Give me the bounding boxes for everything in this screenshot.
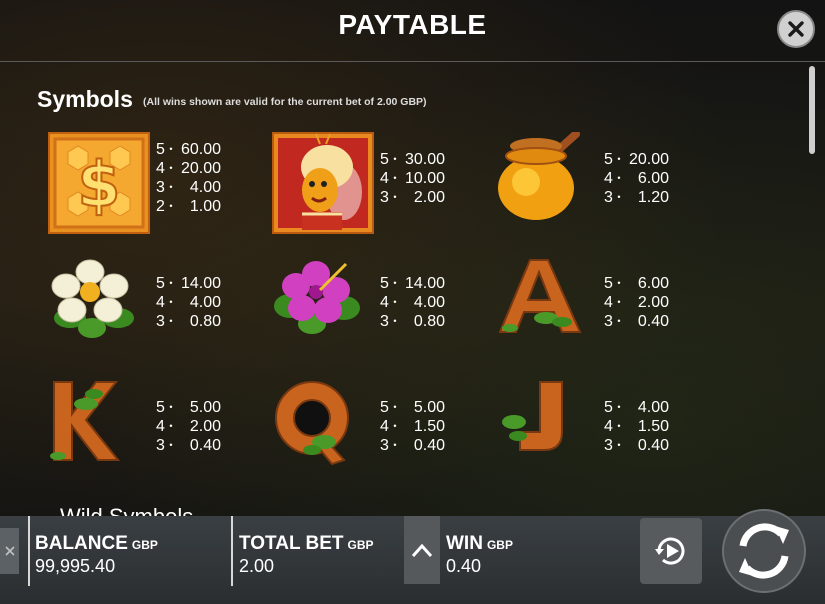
pay-row: 3 • 2.00	[380, 189, 445, 206]
wooden-j-icon	[502, 381, 563, 451]
symbol-pink-flower: 5 • 14.00 4 • 4.00 3 • 0.80	[272, 256, 492, 366]
close-icon	[788, 21, 804, 37]
wooden-a-icon	[498, 259, 582, 333]
scrollbar[interactable]	[809, 66, 815, 154]
pay-row: 4 • 6.00	[604, 170, 669, 187]
symbol-honey-pot: 5 • 20.00 4 • 6.00 3 • 1.20	[496, 132, 716, 242]
spin-icon	[739, 523, 789, 579]
white-flower-icon	[51, 259, 134, 338]
bet-up-button[interactable]	[404, 516, 440, 584]
autoplay-button[interactable]	[640, 518, 702, 584]
pay-row: 5 • 30.00	[380, 151, 445, 168]
symbol-letter-q: 5 • 5.00 4 • 1.50 3 • 0.40	[272, 380, 492, 490]
pay-list: 5 • 30.00 4 • 10.00 3 • 2.00	[380, 150, 445, 207]
pay-list: 5 • 6.00 4 • 2.00 3 • 0.40	[604, 274, 669, 331]
collapse-button[interactable]	[0, 528, 19, 574]
section-note: (All wins shown are valid for the curren…	[143, 96, 427, 108]
pay-row: 4 • 1.50	[604, 418, 669, 435]
pay-row: 3 • 0.40	[380, 437, 445, 454]
pay-row: 4 • 4.00	[156, 294, 221, 311]
pay-row: 2 • 1.00	[156, 198, 221, 215]
pay-row: 5 • 6.00	[604, 275, 669, 292]
pay-row: 3 • 0.40	[604, 437, 669, 454]
symbol-letter-a: 5 • 6.00 4 • 2.00 3 • 0.40	[496, 256, 716, 366]
balance-label: BALANCE GBP	[35, 533, 158, 554]
pay-list: 5 • 5.00 4 • 2.00 3 • 0.40	[156, 398, 221, 455]
autoplay-icon	[655, 537, 685, 565]
hibiscus-icon	[274, 261, 360, 334]
pay-row: 5 • 5.00	[380, 399, 445, 416]
wooden-k-icon	[50, 381, 121, 461]
bet-currency: GBP	[347, 538, 374, 552]
pay-list: 5 • 14.00 4 • 4.00 3 • 0.80	[380, 274, 445, 331]
wooden-q-icon	[275, 381, 349, 466]
queen-bee-icon	[272, 132, 374, 234]
pay-row: 3 • 0.40	[604, 313, 669, 330]
symbol-white-flower: 5 • 14.00 4 • 4.00 3 • 0.80	[48, 256, 268, 366]
pay-row: 5 • 14.00	[156, 275, 221, 292]
win-label: WIN GBP	[446, 533, 513, 554]
header: PAYTABLE	[0, 0, 825, 62]
pay-row: 5 • 60.00	[156, 141, 221, 158]
pay-row: 4 • 10.00	[380, 170, 445, 187]
pay-row: 4 • 2.00	[604, 294, 669, 311]
pay-list: 5 • 20.00 4 • 6.00 3 • 1.20	[604, 150, 669, 207]
close-icon	[4, 546, 15, 556]
pay-list: 5 • 60.00 4 • 20.00 3 • 4.00 2 • 1.00	[156, 140, 221, 216]
pay-row: 5 • 20.00	[604, 151, 669, 168]
win-currency: GBP	[486, 538, 513, 552]
section-title: Symbols	[37, 86, 133, 112]
symbol-letter-k: 5 • 5.00 4 • 2.00 3 • 0.40	[48, 380, 268, 490]
pay-row: 4 • 20.00	[156, 160, 221, 177]
symbol-dollar: $ 5 • 60.00 4 • 20.00 3 • 4.00 2 • 1.00	[48, 132, 268, 242]
pay-row: 3 • 0.80	[380, 313, 445, 330]
close-button[interactable]	[777, 10, 815, 48]
honey-pot-icon	[498, 132, 580, 220]
pay-row: 5 • 14.00	[380, 275, 445, 292]
pay-list: 5 • 5.00 4 • 1.50 3 • 0.40	[380, 398, 445, 455]
divider	[28, 516, 30, 586]
pay-row: 5 • 5.00	[156, 399, 221, 416]
svg-text:$: $	[77, 148, 120, 221]
win-value: 0.40	[446, 556, 482, 576]
dollar-icon: $	[48, 132, 150, 234]
pay-row: 5 • 4.00	[604, 399, 669, 416]
pay-list: 5 • 4.00 4 • 1.50 3 • 0.40	[604, 398, 669, 455]
balance-value: 99,995.40	[35, 556, 116, 576]
balance-currency: GBP	[131, 538, 158, 552]
pay-row: 3 • 4.00	[156, 179, 221, 196]
total-bet-value: 2.00	[239, 556, 275, 576]
spin-button[interactable]	[722, 509, 806, 593]
symbol-letter-j: 5 • 4.00 4 • 1.50 3 • 0.40	[496, 380, 716, 490]
pay-row: 3 • 0.80	[156, 313, 221, 330]
total-bet-label: TOTAL BET GBP	[239, 533, 374, 554]
page-title: PAYTABLE	[338, 9, 487, 40]
pay-row: 4 • 4.00	[380, 294, 445, 311]
chevron-up-icon	[411, 543, 433, 558]
pay-list: 5 • 14.00 4 • 4.00 3 • 0.80	[156, 274, 221, 331]
pay-row: 3 • 1.20	[604, 189, 669, 206]
pay-row: 4 • 1.50	[380, 418, 445, 435]
pay-row: 4 • 2.00	[156, 418, 221, 435]
divider	[231, 516, 233, 586]
symbol-queen-bee: 5 • 30.00 4 • 10.00 3 • 2.00	[272, 132, 492, 242]
pay-row: 3 • 0.40	[156, 437, 221, 454]
